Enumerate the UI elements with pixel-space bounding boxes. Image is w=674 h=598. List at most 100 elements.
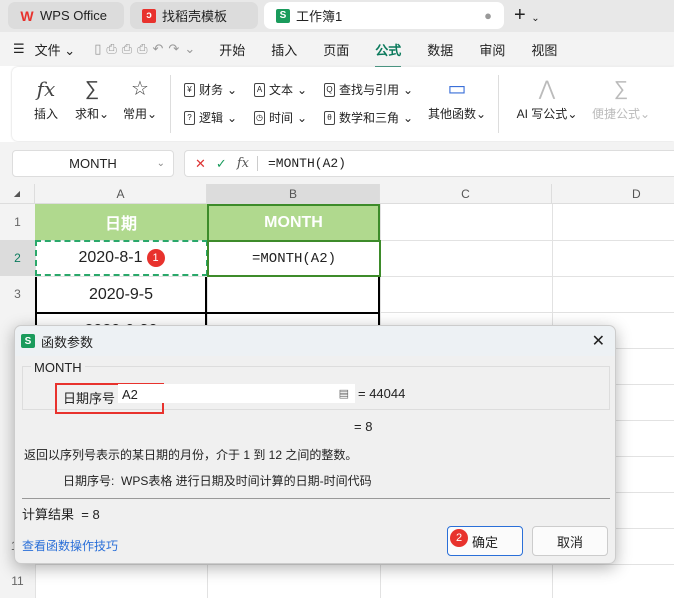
- cancel-button[interactable]: 取消: [532, 526, 608, 556]
- menu-file[interactable]: 文件 ⌄: [31, 40, 89, 59]
- menu-page[interactable]: 页面: [310, 40, 362, 59]
- label: 插入: [33, 107, 58, 121]
- label: 其他函数: [427, 107, 476, 121]
- sheet-logo-icon: S: [276, 8, 290, 23]
- cell-a3[interactable]: 2020-9-5: [35, 277, 207, 313]
- math-icon: θ: [324, 110, 335, 125]
- tab-workbook[interactable]: S 工作簿1 ●: [264, 2, 504, 29]
- tab-label: WPS Office: [40, 8, 107, 23]
- tab-bar: W WPS Office ↄ 找稻壳模板 S 工作簿1 ● + ⌄: [0, 0, 674, 32]
- column-header-d-label: D: [632, 187, 641, 201]
- label: 便捷公式: [591, 107, 640, 121]
- arg-result: = 44044: [358, 386, 406, 401]
- cell-b1[interactable]: MONTH: [207, 204, 380, 240]
- column-header-a[interactable]: A: [35, 184, 207, 204]
- label: 查找与引用: [339, 83, 400, 97]
- name-box[interactable]: MONTH ⌄: [12, 150, 174, 177]
- function-arguments-dialog: S 函数参数 ✕ MONTH 日期序号 A2 ▤ = 44044 = 8 返回以序…: [14, 325, 616, 564]
- quick-sum-icon: ∑: [613, 78, 629, 100]
- ok-button[interactable]: 2 确定: [447, 526, 523, 556]
- row-header-11[interactable]: 11: [0, 564, 35, 598]
- arg-desc-text: WPS表格 进行日期及时间计算的日期-时间代码: [121, 474, 372, 488]
- fx-icon[interactable]: fx: [237, 156, 258, 171]
- function-description: 返回以序列号表示的某日期的月份，介于 1 到 12 之间的整数。: [24, 448, 358, 462]
- cell-b2[interactable]: =MONTH(A2): [207, 240, 381, 277]
- formula-input[interactable]: ✕ ✓ fx =MONTH(A2): [184, 150, 674, 177]
- confirm-icon[interactable]: ✓: [216, 156, 227, 172]
- grid-line: [0, 564, 674, 565]
- sum-button[interactable]: ∑ 求和⌄: [70, 75, 114, 122]
- label: 求和: [74, 107, 99, 121]
- ai-formula-button[interactable]: ⋀ AI 写公式⌄: [514, 75, 580, 122]
- lookup-icon: Q: [324, 82, 335, 97]
- lookup-button[interactable]: Q 查找与引用 ⌄: [324, 81, 413, 98]
- menu-insert[interactable]: 插入: [258, 40, 310, 59]
- range-select-icon[interactable]: ▤: [339, 387, 349, 400]
- column-header-c[interactable]: C: [380, 184, 552, 204]
- menu-home[interactable]: 开始: [206, 40, 258, 59]
- time-button[interactable]: ◷ 时间 ⌄: [254, 109, 307, 126]
- dialog-titlebar: S 函数参数 ✕: [15, 326, 615, 356]
- tab-label: 工作簿1: [296, 9, 343, 24]
- select-all-icon[interactable]: ◢: [0, 184, 35, 204]
- menu-formula[interactable]: 公式: [362, 40, 414, 68]
- text-button[interactable]: A 文本 ⌄: [254, 81, 307, 98]
- ok-label: 确定: [471, 534, 498, 550]
- chevron-down-icon[interactable]: ⌄: [157, 158, 165, 169]
- row-header-1[interactable]: 1: [0, 204, 35, 240]
- sigma-icon: ∑: [84, 78, 100, 100]
- cancel-icon[interactable]: ✕: [195, 156, 206, 172]
- menu-hamburger-icon[interactable]: ☰: [0, 41, 31, 57]
- help-link[interactable]: 查看函数操作技巧: [22, 537, 118, 554]
- row-header-3[interactable]: 3: [0, 276, 35, 312]
- calc-value: = 8: [81, 507, 100, 522]
- name-box-value: MONTH: [69, 156, 117, 171]
- finance-button[interactable]: ¥ 财务 ⌄: [184, 81, 237, 98]
- cell-a2-value: 2020-8-1: [78, 249, 143, 266]
- menu-data[interactable]: 数据: [414, 40, 466, 59]
- column-header-d[interactable]: D: [552, 184, 674, 204]
- math-button[interactable]: θ 数学和三角 ⌄: [324, 109, 413, 126]
- arg-desc-label: 日期序号:: [63, 474, 115, 488]
- wps-logo-icon: W: [20, 7, 34, 24]
- formula-text: =MONTH(A2): [267, 156, 346, 171]
- tab-template[interactable]: ↄ 找稻壳模板: [130, 2, 258, 29]
- cell-b3[interactable]: [207, 277, 380, 313]
- column-headers: ◢ A B C D: [0, 184, 674, 204]
- column-header-b[interactable]: B: [207, 184, 380, 204]
- menu-file-label: 文件: [34, 42, 61, 58]
- label: 逻辑: [199, 111, 224, 125]
- function-name: MONTH: [31, 360, 85, 375]
- cell-a2[interactable]: 2020-8-1 1: [35, 240, 208, 276]
- more-functions-icon: ▭: [447, 78, 467, 100]
- clock-icon: ◷: [254, 110, 265, 125]
- menu-bar: ☰ 文件 ⌄ ▯⎙⎙⎙↶↷⌄ 开始 插入 页面 公式 数据 审阅 视图: [0, 32, 674, 68]
- insert-function-button[interactable]: fx 插入: [24, 75, 68, 122]
- step-badge-2: 2: [450, 529, 468, 547]
- tab-wps-office[interactable]: W WPS Office: [8, 2, 124, 29]
- arg-description: 日期序号: WPS表格 进行日期及时间计算的日期-时间代码: [63, 472, 372, 489]
- close-icon[interactable]: ✕: [592, 331, 605, 351]
- menu-view[interactable]: 视图: [518, 40, 570, 59]
- docer-logo-icon: ↄ: [142, 8, 156, 23]
- label: 时间: [269, 111, 294, 125]
- row-header-2[interactable]: 2: [0, 240, 35, 276]
- step-badge-1: 1: [146, 249, 165, 267]
- quick-formula-button[interactable]: ∑ 便捷公式⌄: [588, 75, 654, 122]
- arg-input-value: A2: [122, 387, 138, 402]
- fx-icon: fx: [36, 77, 56, 101]
- other-functions-button[interactable]: ▭ 其他函数⌄: [424, 75, 490, 122]
- quick-access-toolbar[interactable]: ▯⎙⎙⎙↶↷⌄: [88, 41, 206, 57]
- ai-icon: ⋀: [538, 78, 556, 100]
- cell-a1[interactable]: 日期: [35, 204, 207, 240]
- menu-review[interactable]: 审阅: [466, 40, 518, 59]
- star-icon: ☆: [131, 78, 149, 100]
- logic-button[interactable]: ? 逻辑 ⌄: [184, 109, 237, 126]
- common-button[interactable]: ☆ 常用⌄: [118, 75, 162, 122]
- new-tab-button[interactable]: + ⌄: [514, 4, 540, 27]
- formula-result: = 8: [354, 419, 373, 434]
- tab-label: 找稻壳模板: [162, 9, 228, 24]
- finance-icon: ¥: [184, 82, 195, 97]
- arg-label: 日期序号: [63, 391, 116, 406]
- arg-input[interactable]: A2 ▤: [118, 384, 355, 403]
